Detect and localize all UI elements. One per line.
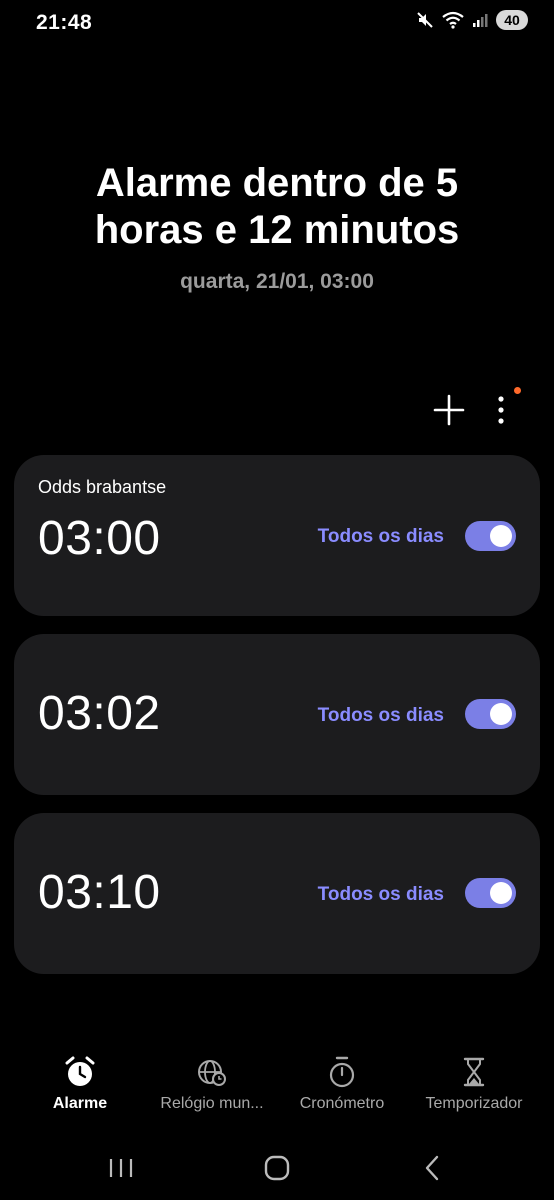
back-icon[interactable] <box>413 1153 453 1183</box>
tab-stopwatch[interactable]: Cronómetro <box>273 1055 411 1113</box>
battery-indicator: 40 <box>496 10 528 30</box>
next-alarm-date: quarta, 21/01, 03:00 <box>180 270 374 293</box>
status-bar: 21:48 40 <box>0 0 554 44</box>
tab-label: Relógio mun... <box>160 1095 264 1112</box>
alarm-toggle[interactable] <box>465 521 516 551</box>
stopwatch-icon <box>329 1056 355 1088</box>
more-options-button[interactable] <box>488 393 514 427</box>
add-alarm-button[interactable] <box>432 393 466 427</box>
tab-label: Cronómetro <box>299 1095 385 1112</box>
system-nav-bar <box>0 1148 554 1188</box>
recents-icon[interactable] <box>101 1153 141 1183</box>
signal-icon <box>473 14 488 27</box>
alarm-time: 03:10 <box>38 866 161 919</box>
alarm-time: 03:02 <box>38 687 161 740</box>
toggle-knob <box>490 703 512 725</box>
mute-icon <box>417 12 433 28</box>
alarm-time: 03:00 <box>38 512 161 565</box>
alarm-repeat: Todos os dias <box>317 526 444 547</box>
alarm-repeat: Todos os dias <box>317 705 444 726</box>
toggle-knob <box>490 882 512 904</box>
alarm-card[interactable]: 03:10 Todos os dias <box>14 813 540 974</box>
notification-dot <box>514 387 521 394</box>
hourglass-icon <box>463 1057 485 1087</box>
alarm-clock-icon <box>65 1056 95 1086</box>
wifi-icon <box>442 11 464 29</box>
home-icon[interactable] <box>257 1153 297 1183</box>
alarm-card[interactable]: Odds brabantse 03:00 Todos os dias <box>14 455 540 616</box>
next-alarm-headline: Alarme dentro de 5 horas e 12 minutos <box>94 161 460 252</box>
tab-timer[interactable]: Temporizador <box>405 1055 543 1113</box>
bottom-nav: Alarme Relógio mun... Cronómetro Tempori… <box>0 1055 554 1125</box>
alarm-toggle[interactable] <box>465 699 516 729</box>
alarm-label: Odds brabantse <box>38 477 167 497</box>
tab-world-clock[interactable]: Relógio mun... <box>143 1055 281 1113</box>
world-clock-icon <box>198 1060 226 1086</box>
tab-label: Temporizador <box>425 1095 523 1112</box>
tab-label: Alarme <box>52 1095 108 1112</box>
status-time: 21:48 <box>36 11 93 34</box>
tab-alarm[interactable]: Alarme <box>11 1055 149 1113</box>
alarm-repeat: Todos os dias <box>317 884 444 905</box>
status-icons: 40 <box>416 10 528 30</box>
alarm-card[interactable]: 03:02 Todos os dias <box>14 634 540 795</box>
alarm-toggle[interactable] <box>465 878 516 908</box>
toggle-knob <box>490 525 512 547</box>
